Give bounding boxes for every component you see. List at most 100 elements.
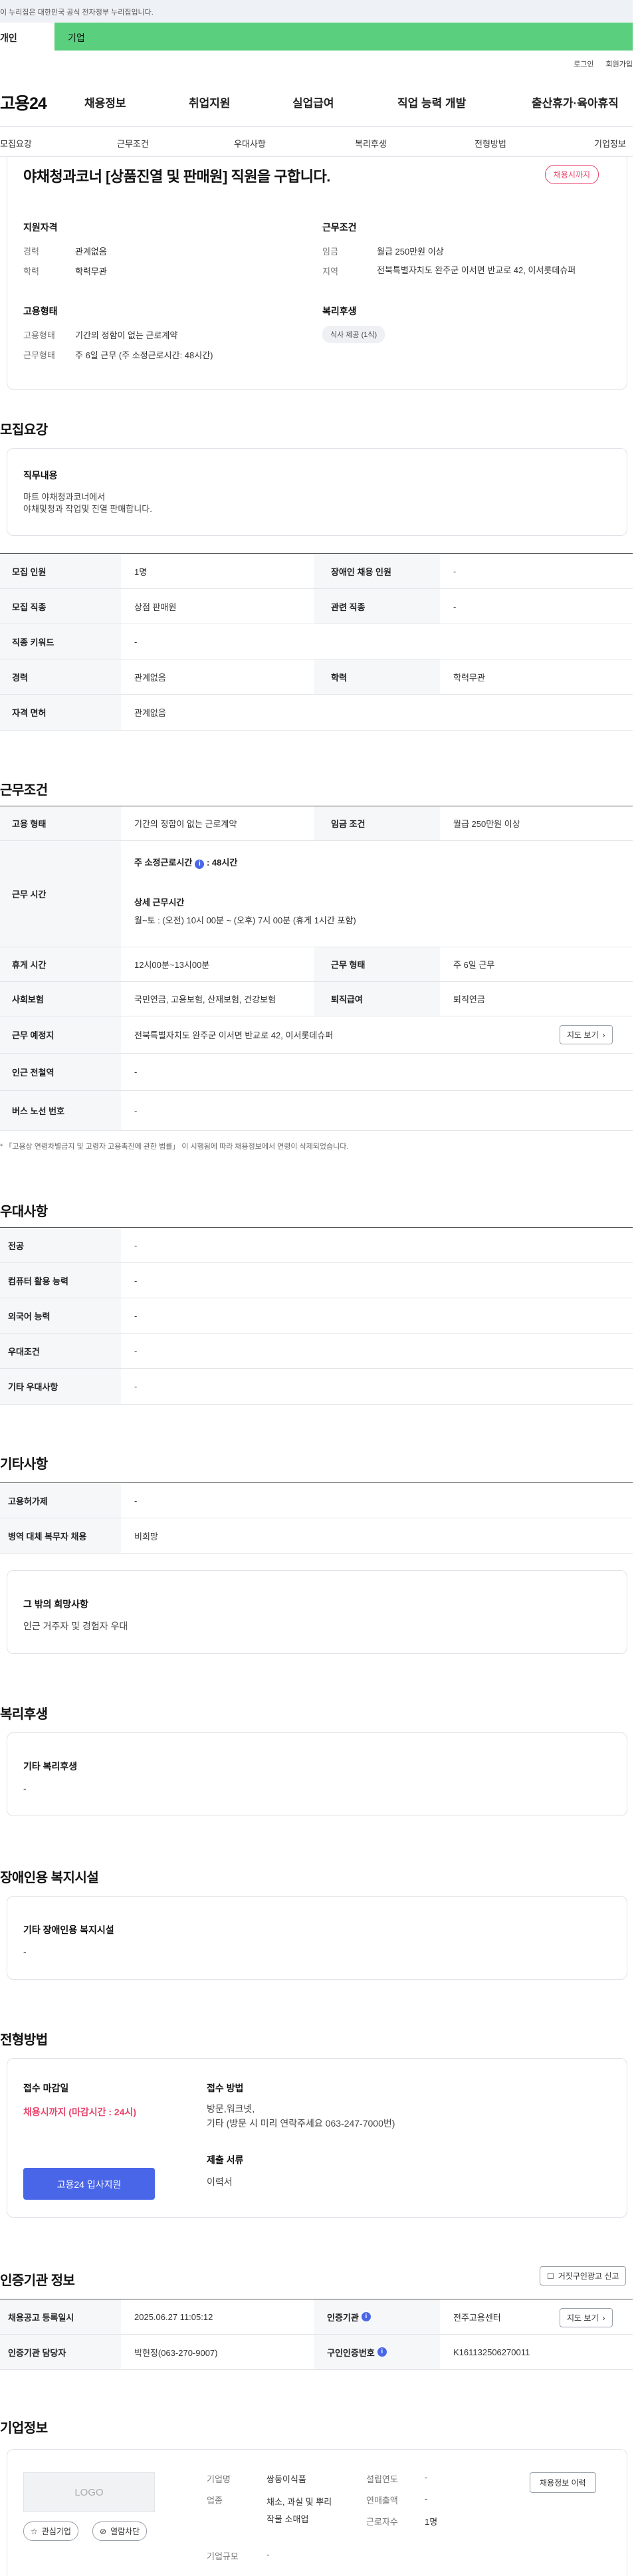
disability-heading: 장애인용 복지시설 [0,1871,99,1885]
conditions-heading: 근무조건 [322,222,357,233]
job-category-value: 상점 판매원 [134,602,177,612]
map-button-label: 지도 보기 [567,1030,599,1040]
severance-value: 퇴직연금 [453,995,485,1004]
site-logo[interactable]: 고용24 [0,90,47,114]
table-row: 근무 예정지 전북특별자치도 완주군 이서면 반교로 42, 이서롯데슈퍼 지도… [0,1016,633,1054]
company-size-label: 기업규모 [207,2551,239,2561]
region-value: 전북특별자치도 완주군 이서면 반교로 42, 이서롯데슈퍼 [377,265,576,275]
gov-banner-text: 이 누리집은 대한민국 공식 전자정부 누리집입니다. [0,9,154,17]
star-icon: ☆ [31,2526,38,2536]
company-box: LOGO ☆ 관심기업 ⊘ 열람차단 기업명 쌍둥이식품 업종 채소, 과실 및 뿌… [7,2449,627,2576]
report-fake-ad-button[interactable]: ☐ 거짓구인광고 신고 [540,2266,627,2285]
gnav-item-parental-leave[interactable]: 출산휴가·육아휴직 [532,94,619,110]
map-button[interactable]: 지도 보기 › [560,1025,613,1044]
report-icon: ☐ [547,2271,554,2281]
subnav-item-recruit[interactable]: 모집요강 [0,137,32,150]
login-link[interactable]: 로그인 [574,60,593,68]
related-category-label: 관련 직종 [314,589,440,624]
util-menu: 로그인 회원가입 [562,59,633,69]
welfare-heading: 복리후생 [322,306,357,316]
emp-type-label: 고용 형태 [0,806,121,840]
table-row: 버스 노선 번호 - [0,1091,633,1131]
benefit-heading: 복리후생 [0,1707,48,1722]
work-hours-label: 근무 시간 [0,841,121,947]
documents-heading: 제출 서류 [207,2155,244,2165]
workplace-value: 전북특별자치도 완주군 이서면 반교로 42, 이서롯데슈퍼 [134,1030,334,1040]
table-row: 모집 인원 1명 장애인 채용 인원 - [0,554,633,589]
revenue-label: 연매출액 [366,2496,398,2506]
table-row: 인증기관 담당자 박현정(063-270-9007) 구인인증번호 i K1611… [0,2335,633,2370]
info-icon[interactable]: i [361,2312,371,2321]
gnav-item-jobs[interactable]: 채용정보 [84,94,126,110]
company-heading: 기업정보 [0,2421,48,2436]
benefit-box-value: - [23,1783,27,1794]
company-logo-placeholder: LOGO [23,2472,155,2512]
info-icon[interactable]: i [377,2347,387,2357]
table-row: 고용 형태 기간의 정함이 없는 근로계약 임금 조건 월급 250만원 이상 [0,806,633,841]
revenue-value: - [425,2494,428,2504]
military-alt-value: 비희망 [134,1531,158,1542]
work-hours-cell: 주 소정근로시간 i : 48시간 상세 근무시간 월~토 : (오전) 10시 … [121,841,633,947]
work-shape-value: 주 6일 근무 [453,960,495,970]
block-view-button[interactable]: ⊘ 열람차단 [92,2521,148,2541]
insurance-value: 국민연금, 고용보험, 산재보험, 건강보험 [134,995,276,1004]
gnav-item-vocational-training[interactable]: 직업 능력 개발 [397,94,466,110]
bus-label: 버스 노선 번호 [0,1091,121,1130]
job-category-label: 모집 직종 [0,589,121,624]
job-title: 야채청과코너 [상품진열 및 판매원] 직원을 구합니다. [23,168,330,185]
disability-box: 기타 장애인용 복지시설 - [7,1896,627,1980]
favorite-company-button[interactable]: ☆ 관심기업 [23,2521,78,2541]
cert-manager-value: 박현정(063-270-9007) [134,2347,218,2358]
selection-box: 접수 마감일 채용시까지 (마감시간 : 24시) 고용24 입사지원 접수 방… [7,2058,627,2218]
duty-box: 직무내용 마트 야채청과코너에서 야채및청과 작업및 진열 판매합니다. [7,448,627,536]
tab-individual[interactable]: 개인 [0,23,54,51]
job-history-button[interactable]: 채용정보 이력 [530,2472,596,2493]
employment-type-label: 고용형태 [23,330,55,340]
gnav-item-unemployment-benefit[interactable]: 실업급여 [292,94,334,110]
cert-number-label-text: 구인인증번호 [327,2347,375,2358]
employment-type-value: 기간의 정함이 없는 근로계약 [75,330,178,340]
detail-hours-heading: 상세 근무시간 [134,897,185,907]
subnav-item-preference[interactable]: 우대사항 [234,137,266,150]
info-icon[interactable]: i [195,860,205,869]
etc-heading: 기타사항 [0,1457,48,1472]
industry-label: 업종 [207,2496,223,2506]
etc-table: 고용허가제 - 병역 대체 복무자 채용 비희망 [0,1482,633,1554]
related-category-value: - [453,601,457,612]
deadline-value: 채용시까지 (마감시간 : 24시) [23,2107,137,2117]
founded-label: 설립연도 [366,2474,398,2484]
table-row: 채용공고 등록일시 2025.06.27 11:05:12 인증기관 i 전주고용… [0,2299,633,2335]
work-permit-value: - [134,1495,138,1506]
preference-table: 전공 - 컴퓨터 활용 능력 - 외국어 능력 - 우대조건 - 기타 우대사항 - [0,1227,633,1405]
subnav-item-work[interactable]: 근무조건 [117,137,149,150]
disability-box-heading: 기타 장애인용 복지시설 [23,1925,114,1935]
join-link[interactable]: 회원가입 [606,60,633,68]
disabled-headcount-value: - [453,566,457,576]
apply-button[interactable]: 고용24 입사지원 [23,2168,155,2200]
keyword-value: - [134,636,138,647]
hope-heading: 그 밖의 희망사항 [23,1599,88,1609]
education-row-label: 학력 [314,659,440,694]
block-view-label: 열람차단 [110,2527,140,2536]
tab-enterprise[interactable]: 기업 [54,23,121,51]
emp-type-value: 기간의 정함이 없는 근로계약 [134,819,237,829]
subnav-item-benefit[interactable]: 복리후생 [355,137,387,150]
cert-map-button[interactable]: 지도 보기 › [560,2308,613,2327]
region-label: 지역 [322,267,338,277]
gnav-item-employment-support[interactable]: 취업지원 [189,94,231,110]
employees-value: 1명 [425,2517,438,2527]
subnav-item-selection[interactable]: 전형방법 [475,137,506,150]
status-badge: 채용시까지 [544,165,599,184]
hope-value: 인근 거주자 및 경험자 우대 [23,1621,128,1631]
education-label: 학력 [23,267,39,277]
block-icon: ⊘ [100,2526,107,2536]
table-row: 경력 관계없음 학력 학력무관 [0,659,633,695]
education-value: 학력무관 [75,267,107,277]
subnav-item-company[interactable]: 기업정보 [594,137,626,150]
subway-value: - [134,1067,138,1077]
pref-cond-label: 우대조건 [0,1334,121,1368]
welfare-pill: 식사 제공 (1식) [322,326,385,343]
cert-org-label-text: 인증기관 [327,2312,359,2323]
company-size-value: - [266,2549,270,2559]
work-shape-label: 근무 형태 [314,947,440,981]
